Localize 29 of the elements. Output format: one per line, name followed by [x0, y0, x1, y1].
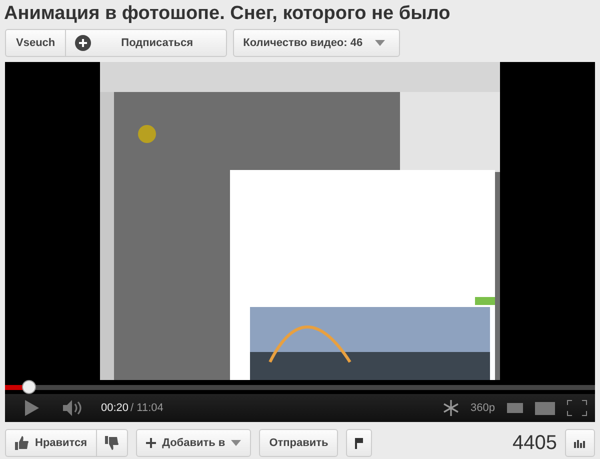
video-title: Анимация в фотошопе. Снег, которого не было: [4, 2, 452, 26]
progress-handle[interactable]: [22, 380, 36, 394]
quality-button[interactable]: 360p: [470, 402, 495, 414]
flag-icon: [355, 438, 364, 448]
volume-icon[interactable]: [63, 400, 83, 416]
large-player-icon[interactable]: [535, 402, 555, 414]
snowflake-icon[interactable]: [442, 400, 459, 416]
play-icon[interactable]: [25, 400, 39, 416]
thumbs-up-icon: [15, 436, 29, 450]
fullscreen-icon[interactable]: [567, 400, 587, 416]
subscribe-button[interactable]: Подписаться: [65, 29, 228, 57]
bar-chart-icon: [574, 438, 586, 448]
video-count-button[interactable]: Количество видео: 46: [233, 29, 400, 57]
current-time: 00:20: [101, 402, 129, 414]
share-button[interactable]: Отправить: [259, 429, 338, 457]
caret-icon: [231, 440, 242, 446]
plus-icon: [146, 438, 156, 448]
channel-button[interactable]: Vseuch: [5, 29, 66, 57]
dislike-button[interactable]: [96, 429, 128, 457]
duration: / 11:04: [130, 402, 164, 414]
progress-bar[interactable]: [5, 380, 595, 394]
caret-icon: [374, 40, 385, 46]
add-to-button[interactable]: Добавить в: [136, 429, 252, 457]
thumbs-down-icon: [105, 436, 120, 450]
flag-button[interactable]: [346, 429, 372, 457]
like-button[interactable]: Нравится: [5, 429, 96, 457]
view-count: 4405: [512, 432, 557, 454]
stats-button[interactable]: [565, 429, 595, 457]
plus-icon: [75, 35, 92, 51]
